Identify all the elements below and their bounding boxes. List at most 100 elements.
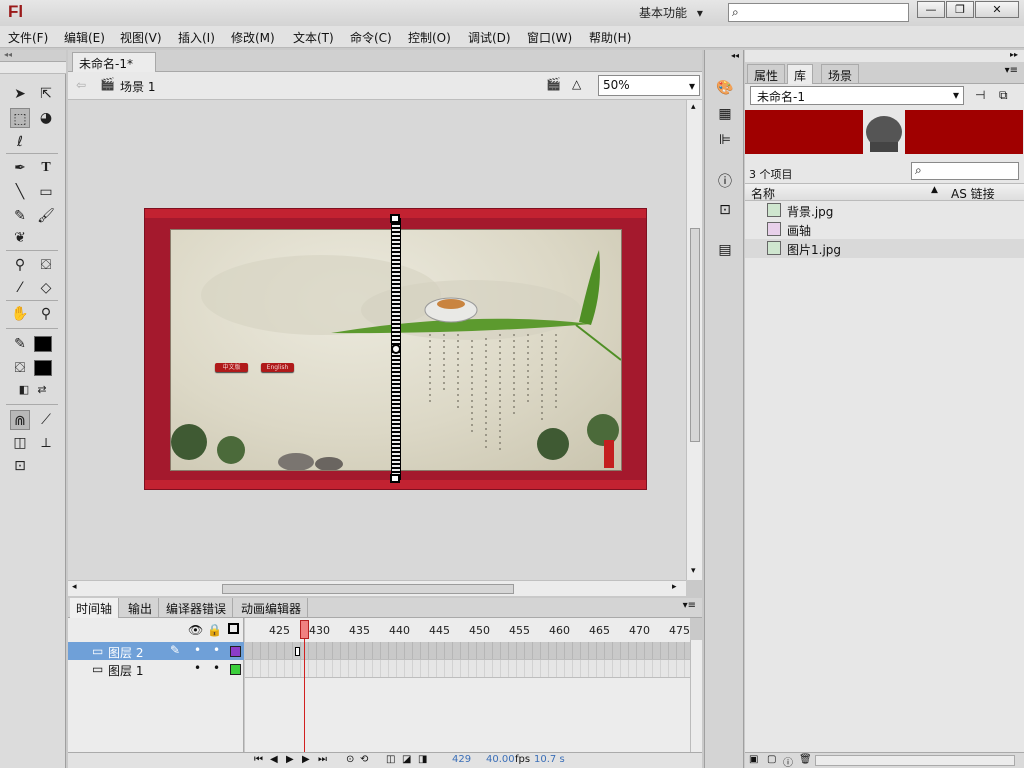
tab-library[interactable]: 库 [787,64,814,84]
paint-bucket-tool-icon[interactable]: ⛋ [36,255,56,275]
menu-view[interactable]: 视图(V) [120,29,162,46]
close-window-button[interactable]: ✕ [975,1,1019,18]
new-folder-icon[interactable]: ▢ [767,754,776,765]
pencil-tool-icon[interactable]: ✎ [10,206,30,226]
new-symbol-icon[interactable]: ▣ [749,754,758,765]
onion-skin-icon[interactable]: ◫ [386,754,395,765]
frame-grid[interactable]: 425 430 435 440 445 450 455 460 465 470 … [245,618,690,752]
info-panel-icon[interactable]: ⓘ [715,172,735,192]
expand-panels-icon[interactable]: ◂◂ [731,51,739,60]
zoom-tool-icon[interactable]: ⚲ [36,304,56,324]
black-white-icon[interactable]: ◧ [14,380,34,400]
tab-output[interactable]: 输出 [122,598,160,618]
back-arrow-icon[interactable]: ⇦ [76,78,86,92]
document-tab[interactable]: 未命名-1* × [72,52,156,86]
3d-rotation-tool-icon[interactable]: ◕ [36,108,56,128]
menu-modify[interactable]: 修改(M) [231,29,275,46]
lock-dot[interactable]: • [213,643,220,657]
components-panel-icon[interactable]: ▤ [715,240,735,260]
keyframe-marker[interactable] [295,647,300,656]
stroke-color-swatch[interactable] [34,336,52,352]
vertical-scroll-thumb[interactable] [690,228,700,442]
hand-tool-icon[interactable]: ✋ [10,304,30,324]
menu-text[interactable]: 文本(T) [293,29,334,46]
stage-vertical-scrollbar[interactable]: ▴ ▾ [686,100,702,580]
pen-tool-icon[interactable]: ✒ [10,158,30,178]
menu-commands[interactable]: 命令(C) [350,29,392,46]
tab-properties[interactable]: 属性 [747,64,786,84]
eye-icon[interactable]: 👁 [188,623,203,637]
layer-name[interactable]: 图层 2 [108,644,143,661]
library-item[interactable]: 画轴 [745,220,1024,239]
scene-label[interactable]: 场景 1 [120,78,155,95]
stage-button-chinese[interactable]: 中文版 [215,363,248,372]
layer-row-1[interactable]: ▭ 图层 1 • • [68,660,244,678]
frames-row-layer-2[interactable] [245,642,690,660]
layer-name[interactable]: 图层 1 [108,662,143,679]
bone-tool-icon[interactable]: ⚲ [10,255,30,275]
tab-compiler-errors[interactable]: 编译器错误 [160,598,234,618]
visibility-dot[interactable]: • [194,643,201,657]
snap-to-objects-icon[interactable]: ⋒ [10,410,30,430]
align-panel-icon[interactable]: ⊫ [715,130,735,150]
center-frame-icon[interactable]: ⊙ [346,754,354,765]
step-forward-icon[interactable]: ▶ [302,754,310,765]
panel-collapse-handle[interactable]: ◂◂ [0,50,66,62]
layer-row-2[interactable]: ▭ 图层 2 ✎ • • [68,642,244,660]
library-document-select[interactable]: 未命名-1 ▾ [750,86,964,105]
scale-icon[interactable]: ⊡ [10,456,30,476]
stage-horizontal-scrollbar[interactable]: ◂ ▸ [68,580,686,596]
transform-center-point[interactable] [391,344,401,354]
playhead[interactable] [300,620,309,639]
sort-ascending-icon[interactable]: ▲ [931,185,938,195]
stroke-color-icon[interactable]: ✎ [10,334,30,354]
swatches-panel-icon[interactable]: ▦ [715,104,735,124]
play-icon[interactable]: ▶ [286,754,294,765]
free-transform-tool-icon[interactable]: ⬚ [10,108,30,128]
transform-handle-bottom[interactable] [390,474,400,483]
scroll-up-icon[interactable]: ▴ [691,102,696,112]
properties-icon[interactable]: ⓘ [783,754,793,768]
menu-insert[interactable]: 插入(I) [178,29,215,46]
scroll-left-icon[interactable]: ◂ [72,582,77,592]
eyedropper-tool-icon[interactable]: ⁄ [10,278,30,298]
line-tool-icon[interactable]: ╲ [10,182,30,202]
tab-timeline[interactable]: 时间轴 [70,598,120,618]
collapse-panel-icon[interactable]: ▸▸ [1010,50,1018,59]
lock-icon[interactable]: 🔒 [207,623,222,637]
edit-symbols-icon[interactable]: △ [572,77,581,91]
help-search-input[interactable]: ⌕ [728,3,909,22]
fill-color-icon[interactable]: ⛋ [10,358,30,378]
menu-help[interactable]: 帮助(H) [589,29,631,46]
deco-tool-icon[interactable]: ❦ [10,228,30,248]
straighten-icon[interactable]: ◫ [10,433,30,453]
layer-color-swatch[interactable] [230,664,241,675]
transform-panel-icon[interactable]: ⊡ [715,200,735,220]
smooth-icon[interactable]: ⟋ [36,410,56,430]
tab-scene[interactable]: 场景 [821,64,860,84]
column-linkage[interactable]: AS 链接 [951,185,995,202]
panel-menu-icon[interactable]: ▾≡ [683,600,696,611]
tab-motion-editor[interactable]: 动画编辑器 [235,598,309,618]
library-horizontal-scrollbar[interactable] [815,755,1015,766]
selection-tool-icon[interactable]: ➤ [10,84,30,104]
tools-header[interactable] [0,62,66,74]
panel-menu-icon[interactable]: ▾≡ [1005,65,1018,76]
eraser-tool-icon[interactable]: ◇ [36,278,56,298]
edit-scene-icon[interactable]: 🎬 [546,77,561,91]
rectangle-tool-icon[interactable]: ▭ [36,182,56,202]
pin-library-icon[interactable]: ⊣ [975,88,985,102]
workspace-switcher[interactable]: 基本功能 ▾ [633,2,713,22]
delete-icon[interactable]: 🗑 [799,754,812,765]
frames-row-layer-1[interactable] [245,660,690,678]
rotate-skew-icon[interactable]: ⟂ [36,433,56,453]
library-item[interactable]: 图片1.jpg [745,239,1024,258]
transform-handle-top[interactable] [390,214,400,223]
subselection-tool-icon[interactable]: ⇱ [36,84,56,104]
step-back-icon[interactable]: ◀ [270,754,278,765]
restore-button[interactable]: ❐ [946,1,974,18]
last-frame-icon[interactable]: ⏭ [318,754,327,765]
fill-color-swatch[interactable] [34,360,52,376]
lasso-tool-icon[interactable]: ℓ [10,132,30,152]
zoom-select[interactable]: 50% ▾ [598,75,700,96]
